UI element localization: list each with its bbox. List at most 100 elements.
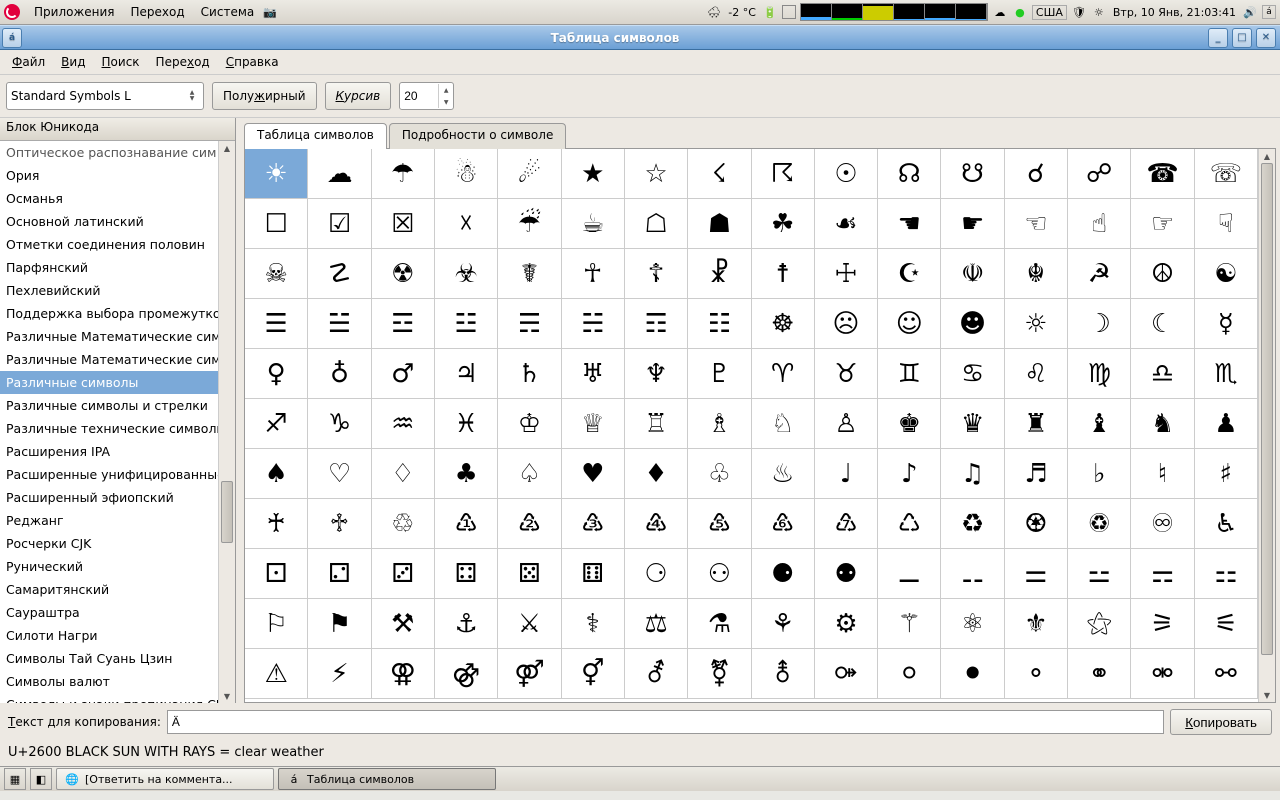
size-spinbox[interactable]: ▲▼ [399,82,454,110]
char-cell[interactable]: ☈ [752,149,815,199]
char-cell[interactable]: ☣ [435,249,498,299]
char-cell[interactable]: ☋ [941,149,1004,199]
char-cell[interactable]: ⚄ [498,549,561,599]
char-cell[interactable]: ☉ [815,149,878,199]
char-cell[interactable]: ☃ [435,149,498,199]
sidebar-header[interactable]: Блок Юникода [0,118,235,141]
bold-button[interactable]: Полужирный [212,82,317,110]
char-cell[interactable]: ♎ [1131,349,1194,399]
char-cell[interactable]: ☫ [941,249,1004,299]
cloud-icon[interactable]: ☁ [992,4,1008,20]
char-cell[interactable]: ♜ [1005,399,1068,449]
char-cell[interactable]: ☪ [878,249,941,299]
char-cell[interactable]: ⚠ [245,649,308,699]
updates-icon[interactable]: 🛡 [1071,4,1087,20]
char-cell[interactable]: ⚢ [372,649,435,699]
char-cell[interactable]: ⚏ [1195,549,1258,599]
sidebar-item[interactable]: Оптическое распознавание сим [0,141,218,164]
char-cell[interactable]: ☙ [815,199,878,249]
char-cell[interactable]: ♍ [1068,349,1131,399]
char-cell[interactable]: ♈ [752,349,815,399]
copy-input[interactable] [167,710,1164,734]
char-cell[interactable]: ♏ [1195,349,1258,399]
char-cell[interactable]: ♝ [1068,399,1131,449]
char-cell[interactable]: ♱ [308,499,371,549]
char-cell[interactable]: ♉ [815,349,878,399]
char-cell[interactable]: ♄ [498,349,561,399]
sidebar-item[interactable]: Реджанг [0,509,218,532]
char-cell[interactable]: ☜ [1005,199,1068,249]
char-cell[interactable]: ♌ [1005,349,1068,399]
char-cell[interactable]: ☵ [562,299,625,349]
grid-scroll-up-icon[interactable]: ▲ [1259,149,1275,163]
char-cell[interactable]: ♃ [435,349,498,399]
copy-button[interactable]: Копировать [1170,709,1272,735]
char-cell[interactable]: ♖ [625,399,688,449]
char-cell[interactable]: ⚦ [625,649,688,699]
char-cell[interactable]: ☲ [372,299,435,349]
sidebar-item[interactable]: Рунический [0,555,218,578]
char-cell[interactable]: ⚂ [372,549,435,599]
char-cell[interactable]: ♘ [752,399,815,449]
char-cell[interactable]: ⚈ [752,549,815,599]
sidebar-item[interactable]: Парфянский [0,256,218,279]
char-cell[interactable]: ♑ [308,399,371,449]
char-cell[interactable]: ☄ [498,149,561,199]
char-cell[interactable]: ☡ [308,249,371,299]
sidebar-item[interactable]: Отметки соединения половин [0,233,218,256]
char-cell[interactable]: ☝ [1068,199,1131,249]
char-cell[interactable]: ⚒ [372,599,435,649]
char-cell[interactable]: ☌ [1005,149,1068,199]
char-cell[interactable]: ☒ [372,199,435,249]
sidebar-item[interactable]: Саураштра [0,601,218,624]
char-cell[interactable]: ♓ [435,399,498,449]
sun-icon[interactable]: ☼ [1091,4,1107,20]
size-down[interactable]: ▼ [439,96,453,108]
char-cell[interactable]: ♿ [1195,499,1258,549]
char-cell[interactable]: ♷ [688,499,751,549]
char-cell[interactable]: ☼ [1005,299,1068,349]
char-cell[interactable]: ☹ [815,299,878,349]
char-cell[interactable]: ⚬ [1005,649,1068,699]
sidebar-item[interactable]: Символы и знаки препинания CJK [0,693,218,703]
menu-Переход[interactable]: Переход [148,55,218,69]
char-cell[interactable]: ☢ [372,249,435,299]
char-cell[interactable]: ♢ [372,449,435,499]
char-cell[interactable]: ⚭ [1068,649,1131,699]
char-cell[interactable]: ♧ [688,449,751,499]
char-cell[interactable]: ♛ [941,399,1004,449]
char-cell[interactable]: ☰ [245,299,308,349]
char-cell[interactable]: ☛ [941,199,1004,249]
char-cell[interactable]: ⚞ [1131,599,1194,649]
sidebar-item[interactable]: Росчерки CJK [0,532,218,555]
char-cell[interactable]: ⚜ [1005,599,1068,649]
char-cell[interactable]: ⚌ [1005,549,1068,599]
char-cell[interactable]: ⚆ [625,549,688,599]
char-cell[interactable]: ☔ [498,199,561,249]
char-cell[interactable]: ☽ [1068,299,1131,349]
char-cell[interactable]: ⚓ [435,599,498,649]
sidebar-item[interactable]: Османья [0,187,218,210]
char-cell[interactable]: ⚛ [941,599,1004,649]
char-cell[interactable]: ♴ [498,499,561,549]
tray-square-icon[interactable] [782,5,796,19]
char-cell[interactable]: ♂ [372,349,435,399]
char-cell[interactable]: ⚪ [878,649,941,699]
char-cell[interactable]: ♰ [245,499,308,549]
weather-icon[interactable]: 🌨 [706,4,722,20]
char-cell[interactable]: ♋ [941,349,1004,399]
char-cell[interactable]: ☆ [625,149,688,199]
char-cell[interactable]: ⚁ [308,549,371,599]
char-cell[interactable]: ☂ [372,149,435,199]
battery-icon[interactable]: 🔋 [762,4,778,20]
char-cell[interactable]: ♹ [815,499,878,549]
char-cell[interactable]: ♭ [1068,449,1131,499]
char-cell[interactable]: ♾ [1131,499,1194,549]
char-cell[interactable]: ☧ [688,249,751,299]
panel-menu-system[interactable]: Система [193,0,263,24]
char-cell[interactable]: ☴ [498,299,561,349]
char-cell[interactable]: ☗ [688,199,751,249]
char-cell[interactable]: ♆ [625,349,688,399]
sidebar-item[interactable]: Силоти Нагри [0,624,218,647]
font-selector[interactable]: Standard Symbols L ▲▼ [6,82,204,110]
